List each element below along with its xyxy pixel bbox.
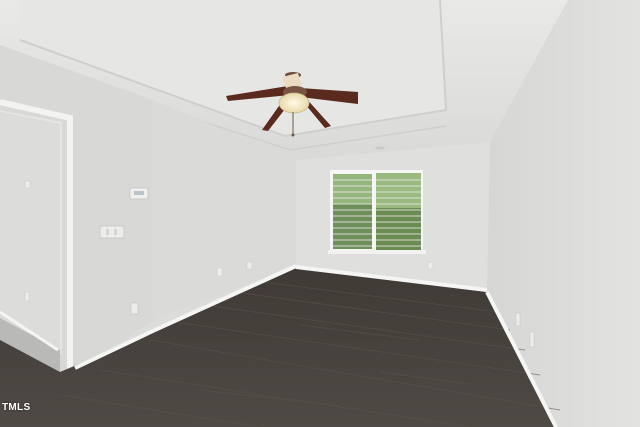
outlet-icon (246, 261, 253, 270)
empty-room-photo: TMLS (0, 0, 640, 427)
window-icon (328, 170, 426, 254)
switch-toggle-1 (106, 229, 109, 235)
switch-toggle-2 (114, 229, 117, 235)
outlet-icon (130, 302, 139, 315)
light-switch-icon (99, 225, 125, 239)
thermostat-display (134, 191, 144, 195)
outlet-icon (427, 261, 434, 270)
outlet-icon (529, 331, 535, 348)
outlet-icon (24, 180, 31, 189)
watermark-text: TMLS (2, 402, 31, 413)
vent (375, 146, 385, 150)
outlet-icon (216, 267, 223, 277)
outlet-icon (24, 291, 30, 302)
room-illustration (0, 0, 640, 427)
outlet-icon (515, 312, 521, 327)
doorway-inner-wall (0, 112, 60, 350)
